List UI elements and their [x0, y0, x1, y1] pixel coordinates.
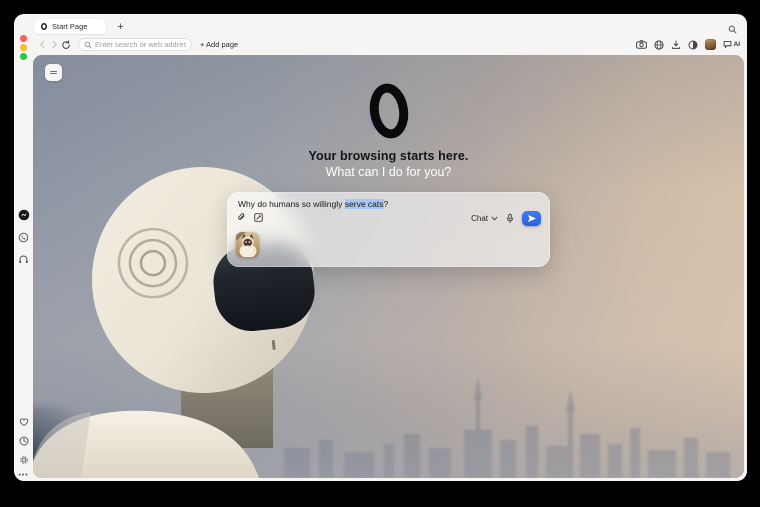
left-sidebar: •••	[14, 14, 33, 481]
opera-logo-icon	[369, 83, 408, 139]
attachment-buttons	[237, 213, 263, 222]
start-page: Your browsing starts here. What can I do…	[33, 55, 744, 478]
screen: ••• Start Page + Enter search or web add…	[0, 0, 760, 507]
tab-start-page[interactable]: Start Page	[34, 19, 106, 34]
mode-label: Chat	[471, 214, 488, 223]
address-bar[interactable]	[78, 38, 192, 51]
paperclip-icon[interactable]	[237, 213, 246, 222]
more-ellipsis-icon[interactable]: •••	[18, 472, 28, 479]
toolbar: + Add page AI	[33, 36, 747, 53]
prompt-controls: Chat	[471, 211, 541, 226]
chat-bubble-icon	[723, 40, 731, 48]
browser-window: ••• Start Page + Enter search or web add…	[14, 14, 747, 481]
new-tab-button[interactable]: +	[113, 19, 128, 34]
chevron-down-icon	[491, 216, 498, 221]
window-controls	[14, 35, 33, 60]
microphone-icon[interactable]	[506, 213, 514, 224]
sidebar-bottom: •••	[14, 416, 33, 479]
forward-icon[interactable]	[48, 40, 60, 49]
toolbar-right: AI	[635, 39, 748, 50]
ai-label: AI	[733, 41, 741, 48]
add-page-button[interactable]: + Add page	[200, 40, 238, 49]
center-stack: Your browsing starts here. What can I do…	[33, 55, 744, 267]
back-icon[interactable]	[36, 40, 48, 49]
messenger-icon[interactable]	[18, 209, 30, 221]
downloads-icon[interactable]	[671, 40, 681, 50]
opera-favicon-icon	[40, 22, 48, 31]
close-window-button[interactable]	[20, 35, 27, 42]
snapshot-camera-icon[interactable]	[635, 40, 647, 49]
profile-avatar[interactable]	[704, 39, 716, 50]
sidebar-messengers	[14, 209, 33, 265]
selected-text: serve cats	[344, 199, 384, 209]
mode-select[interactable]: Chat	[471, 214, 498, 223]
settings-gear-icon[interactable]	[18, 454, 30, 466]
paper-plane-icon	[527, 215, 536, 222]
search-icon	[84, 41, 92, 49]
history-clock-icon[interactable]	[18, 435, 30, 447]
subheadline: What can I do for you?	[325, 165, 452, 179]
minimize-window-button[interactable]	[20, 44, 27, 51]
reload-icon[interactable]	[60, 39, 72, 50]
compose-pencil-icon[interactable]	[254, 213, 263, 222]
whatsapp-icon[interactable]	[18, 231, 30, 243]
send-button[interactable]	[522, 211, 541, 226]
theme-contrast-icon[interactable]	[688, 40, 698, 50]
web-tools-globe-icon[interactable]	[653, 39, 664, 50]
attached-image-thumbnail[interactable]	[236, 232, 259, 257]
bookmarks-heart-icon[interactable]	[18, 416, 30, 428]
player-headphones-icon[interactable]	[18, 253, 30, 265]
tab-title: Start Page	[52, 22, 88, 31]
aria-prompt-box[interactable]: Why do humans so willingly serve cats? C…	[227, 192, 550, 267]
prompt-text[interactable]: Why do humans so willingly serve cats?	[238, 199, 388, 209]
address-input[interactable]	[95, 40, 186, 49]
headline: Your browsing starts here.	[308, 149, 469, 163]
aria-ai-button[interactable]: AI	[723, 40, 741, 49]
zoom-window-button[interactable]	[20, 53, 27, 60]
